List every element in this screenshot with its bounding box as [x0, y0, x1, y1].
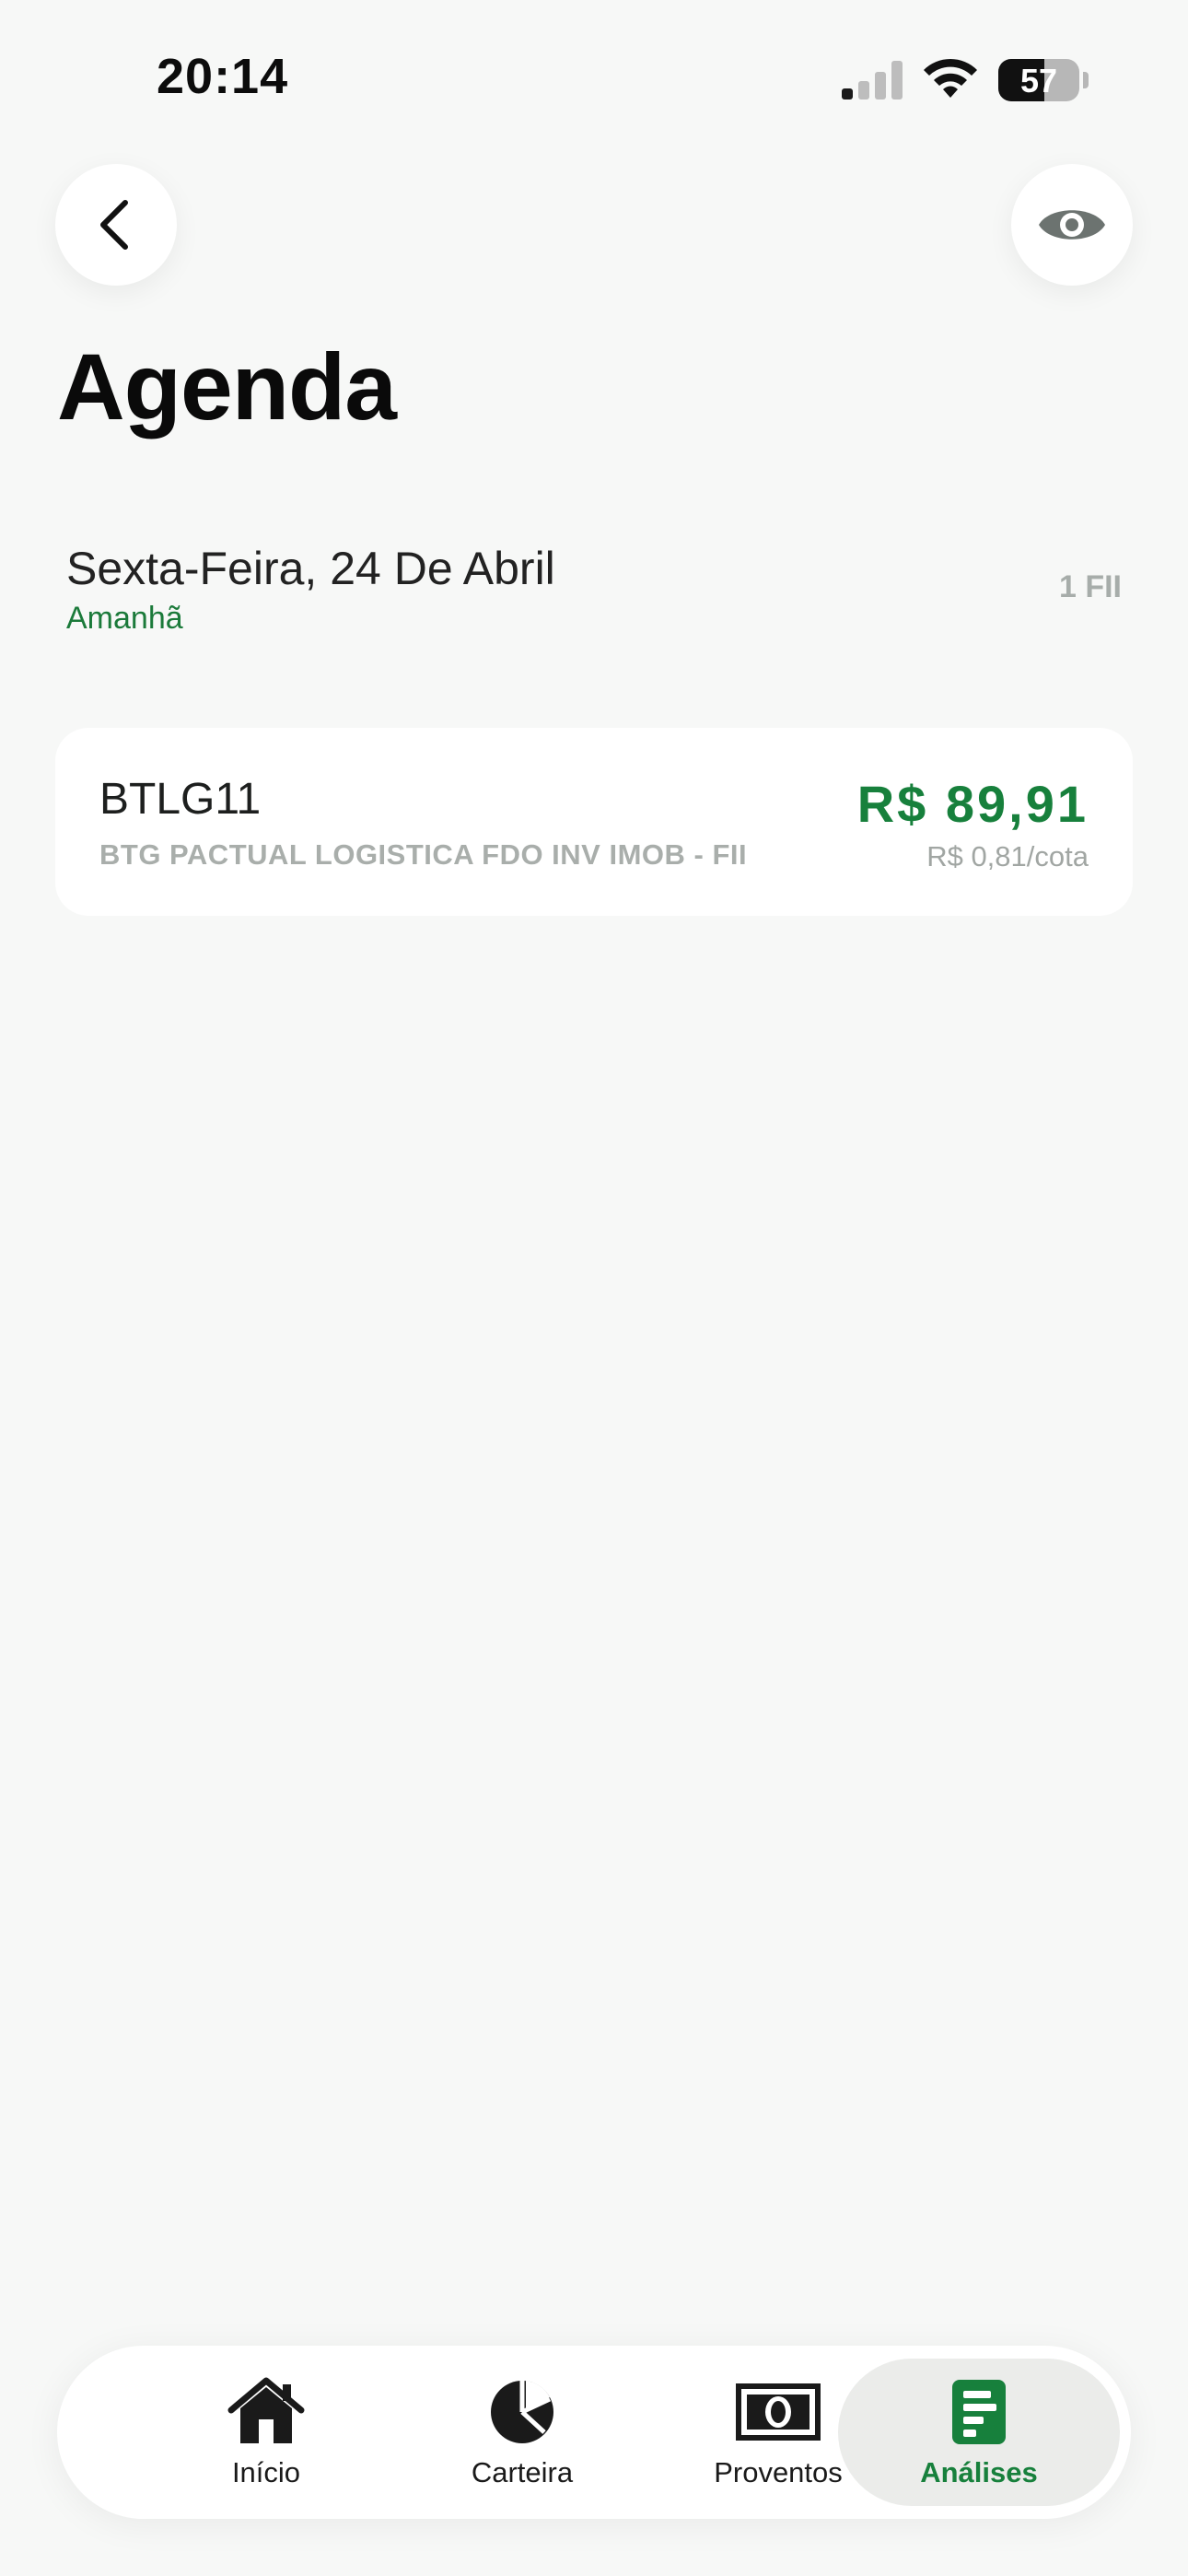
amount-per-share: R$ 0,81/cota — [926, 840, 1089, 872]
fii-count: 1 FII — [1058, 569, 1122, 604]
cellular-signal-icon — [842, 61, 906, 100]
tab-proventos-label: Proventos — [714, 2456, 843, 2488]
tab-bar: Início Carteira Proventos Análises — [57, 2346, 1131, 2519]
wifi-icon — [924, 58, 977, 98]
home-icon — [227, 2377, 305, 2443]
tab-analises[interactable]: Análises — [838, 2359, 1120, 2506]
status-time: 20:14 — [157, 49, 289, 104]
ticker-symbol: BTLG11 — [99, 775, 262, 824]
tab-inicio[interactable]: Início — [142, 2346, 390, 2519]
banknote-icon — [736, 2383, 821, 2441]
page-title: Agenda — [57, 334, 397, 439]
battery-level: 57 — [1019, 62, 1058, 100]
agenda-screen: 20:14 57 Agenda Sexta-Feira, 24 De Abril… — [0, 0, 1188, 2576]
back-button[interactable] — [55, 164, 177, 286]
report-icon — [952, 2380, 1006, 2444]
date-heading: Sexta-Feira, 24 De Abril — [66, 543, 555, 594]
tab-carteira-label: Carteira — [471, 2456, 574, 2488]
battery-tip — [1083, 72, 1089, 88]
chevron-left-icon — [100, 200, 128, 250]
tab-inicio-label: Início — [231, 2456, 301, 2488]
eye-icon — [1039, 210, 1105, 240]
payment-amount: R$ 89,91 — [856, 775, 1089, 833]
status-bar: 20:14 57 — [0, 0, 1188, 157]
toggle-visibility-button[interactable] — [1011, 164, 1133, 286]
fund-name: BTG PACTUAL LOGISTICA FDO INV IMOB - FII — [99, 838, 748, 871]
pie-chart-icon — [491, 2381, 553, 2443]
dividend-event-card[interactable]: BTLG11 BTG PACTUAL LOGISTICA FDO INV IMO… — [55, 728, 1133, 916]
tab-carteira[interactable]: Carteira — [398, 2346, 646, 2519]
battery-icon: 57 — [998, 59, 1079, 101]
tab-analises-label: Análises — [920, 2456, 1038, 2488]
relative-day-label: Amanhã — [66, 601, 183, 636]
